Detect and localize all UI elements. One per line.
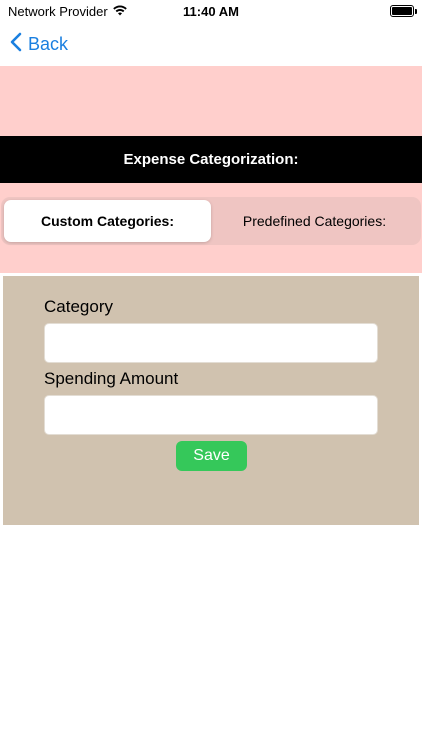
segment-predefined-categories[interactable]: Predefined Categories: <box>211 200 418 242</box>
spending-amount-input[interactable] <box>44 395 378 435</box>
category-type-segmented-control: Custom Categories: Predefined Categories… <box>1 197 421 245</box>
battery-icon <box>390 5 417 17</box>
spending-amount-label: Spending Amount <box>44 369 179 388</box>
wifi-icon <box>112 4 128 19</box>
segment-label: Custom Categories: <box>40 213 175 229</box>
page-title-text: Expense Categorization: <box>123 151 299 168</box>
back-button[interactable]: Back <box>10 32 68 57</box>
chevron-left-icon <box>10 32 22 57</box>
status-bar: Network Provider 11:40 AM <box>0 0 422 22</box>
page-title: Expense Categorization: <box>0 136 422 183</box>
carrier-label: Network Provider <box>8 3 108 19</box>
back-label: Back <box>28 33 69 54</box>
custom-category-form: Category Spending Amount Save <box>3 276 419 525</box>
category-label: Category <box>44 297 113 316</box>
header-banner <box>0 66 422 136</box>
status-left: Network Provider <box>8 4 128 19</box>
save-button[interactable]: Save <box>176 441 247 471</box>
navigation-bar: Back <box>0 24 422 64</box>
category-input[interactable] <box>44 323 378 363</box>
segment-custom-categories[interactable]: Custom Categories: <box>4 200 211 242</box>
segment-label: Predefined Categories: <box>242 213 387 229</box>
